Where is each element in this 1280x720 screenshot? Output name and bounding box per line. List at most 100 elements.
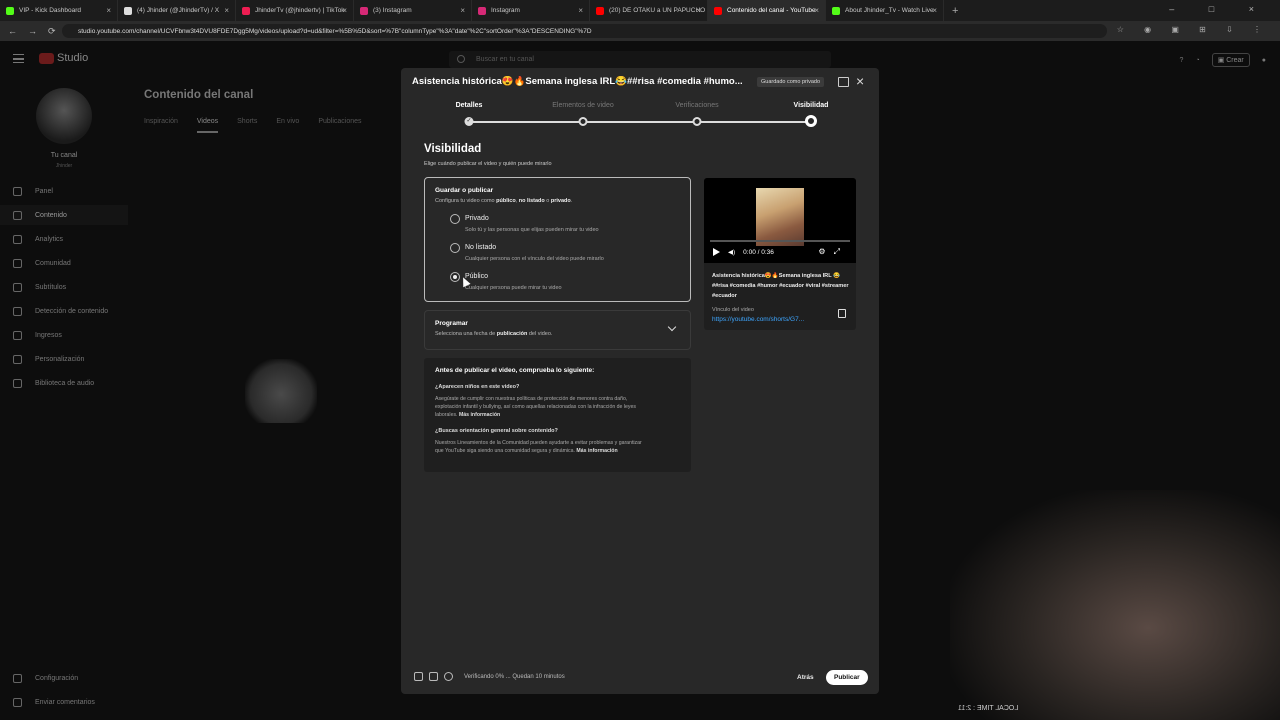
video-progress-bar[interactable] bbox=[710, 240, 850, 242]
step-visibilidad[interactable]: Visibilidad bbox=[794, 102, 829, 109]
radio-publico[interactable] bbox=[450, 272, 460, 282]
upload-dialog: Asistencia histórica😍🔥Semana inglesa IRL… bbox=[401, 68, 879, 694]
sidebar-item-personalizacion[interactable]: Personalización bbox=[0, 349, 128, 369]
browser-tab[interactable]: VIP - Kick Dashboard × bbox=[0, 0, 118, 21]
channel-avatar[interactable] bbox=[36, 88, 92, 144]
pre-publish-checklist: Antes de publicar el video, comprueba lo… bbox=[424, 358, 691, 472]
visibility-subheading: Elige cuándo publicar el video y quién p… bbox=[424, 161, 552, 167]
sidebar-item-analytics[interactable]: Analytics bbox=[0, 229, 128, 249]
sidebar-item-subtitulos[interactable]: Subtítulos bbox=[0, 277, 128, 297]
new-tab-button[interactable]: + bbox=[952, 5, 958, 17]
option-label-privado[interactable]: Privado bbox=[465, 215, 489, 222]
browser-tab[interactable]: (20) DE OTAKU a UN PAPUCHO × bbox=[590, 0, 708, 21]
reload-icon[interactable]: ⟳ bbox=[48, 26, 60, 37]
sidebar-item-contenido[interactable]: Contenido bbox=[0, 205, 128, 225]
copy-icon[interactable] bbox=[838, 309, 846, 318]
extension-icons[interactable]: ☆ ◉ ▣ ⊞ ⇩ ⋮ bbox=[1117, 25, 1270, 34]
instagram-icon bbox=[360, 6, 368, 15]
option-label-no-listado[interactable]: No listado bbox=[465, 244, 496, 251]
step-dot-current bbox=[805, 115, 817, 127]
url-field[interactable]: studio.youtube.com/channel/UCVFbnw3t4DVU… bbox=[62, 24, 1107, 38]
content-tabs: Inspiración Videos Shorts En vivo Public… bbox=[144, 118, 362, 133]
cat-overlay-image bbox=[245, 359, 317, 423]
checklist-question-guidance: ¿Buscas orientación general sobre conten… bbox=[435, 428, 558, 434]
play-icon[interactable] bbox=[713, 248, 720, 256]
analytics-icon bbox=[13, 234, 22, 244]
tab-publicaciones[interactable]: Publicaciones bbox=[318, 118, 361, 133]
notifications-icon[interactable]: ◔ bbox=[1195, 57, 1199, 64]
browser-tab-active[interactable]: Contenido del canal - YouTube × bbox=[708, 0, 826, 21]
sidebar-item-configuracion[interactable]: Configuración bbox=[0, 668, 128, 688]
search-icon bbox=[457, 55, 465, 63]
channel-label: Tu canal bbox=[50, 152, 78, 159]
verification-status: Verificando 0% ... Quedan 10 minutos bbox=[464, 674, 565, 680]
back-button[interactable]: Atrás bbox=[791, 671, 820, 684]
browser-tab[interactable]: (4) Jhinder (@JhinderTv) / X × bbox=[118, 0, 236, 21]
copyright-icon bbox=[13, 306, 22, 316]
kick-icon bbox=[832, 6, 840, 15]
checklist-paragraph-children: Asegúrate de cumplir con nuestras políti… bbox=[435, 396, 636, 418]
step-verificaciones[interactable]: Verificaciones bbox=[675, 102, 718, 109]
feedback-icon[interactable] bbox=[838, 77, 849, 87]
create-button[interactable]: ▣ Crear bbox=[1211, 53, 1250, 67]
close-icon[interactable]: × bbox=[856, 73, 864, 89]
dialog-footer: Verificando 0% ... Quedan 10 minutos Atr… bbox=[401, 664, 879, 694]
tab-shorts[interactable]: Shorts bbox=[237, 118, 257, 133]
close-tab-icon[interactable]: × bbox=[932, 6, 937, 15]
step-detalles[interactable]: Detalles bbox=[456, 102, 483, 109]
back-icon[interactable]: ← bbox=[8, 26, 20, 36]
close-tab-icon[interactable]: × bbox=[460, 6, 465, 15]
radio-no-listado[interactable] bbox=[450, 243, 460, 253]
more-info-link[interactable]: Más información bbox=[459, 412, 500, 418]
customization-icon bbox=[13, 354, 22, 364]
sidebar-item-feedback[interactable]: Enviar comentarios bbox=[0, 692, 128, 712]
sidebar-item-audio[interactable]: Biblioteca de audio bbox=[0, 373, 128, 393]
upload-icon[interactable] bbox=[414, 672, 423, 681]
dashboard-icon bbox=[13, 186, 22, 196]
sidebar-item-ingresos[interactable]: Ingresos bbox=[0, 325, 128, 345]
chevron-down-icon[interactable] bbox=[667, 322, 677, 332]
more-info-link[interactable]: Más información bbox=[576, 448, 617, 454]
browser-tab[interactable]: Instagram × bbox=[472, 0, 590, 21]
publish-button[interactable]: Publicar bbox=[826, 670, 868, 685]
close-tab-icon[interactable]: × bbox=[106, 6, 111, 15]
hd-icon[interactable] bbox=[429, 672, 438, 681]
video-time: 0:00 / 0:36 bbox=[743, 248, 774, 256]
video-link[interactable]: https://youtube.com/shorts/G7... bbox=[712, 316, 824, 323]
browser-tab[interactable]: About Jhinder_Tv - Watch Live × bbox=[826, 0, 944, 21]
sidebar-item-comunidad[interactable]: Comunidad bbox=[0, 253, 128, 273]
tab-en-vivo[interactable]: En vivo bbox=[276, 118, 299, 133]
help-icon[interactable]: ? bbox=[1180, 57, 1184, 64]
settings-fullscreen-icons[interactable]: ⚙⤢ bbox=[818, 247, 848, 257]
tab-videos[interactable]: Videos bbox=[196, 118, 219, 133]
saved-private-badge: Guardado como privado bbox=[757, 77, 825, 87]
studio-logo[interactable]: Studio bbox=[39, 52, 88, 64]
radio-privado[interactable] bbox=[450, 214, 460, 224]
close-tab-icon[interactable]: × bbox=[342, 6, 347, 15]
schedule-box[interactable]: Programar Selecciona una fecha de public… bbox=[424, 310, 691, 350]
volume-icon[interactable]: ◀) bbox=[728, 248, 735, 256]
step-dot bbox=[578, 117, 588, 126]
stepper-line bbox=[469, 121, 811, 123]
video-player[interactable]: ◀) 0:00 / 0:36 ⚙⤢ bbox=[704, 178, 856, 263]
tab-inspiracion[interactable]: Inspiración bbox=[144, 118, 178, 133]
close-tab-icon[interactable]: × bbox=[224, 6, 229, 15]
check-circle-icon[interactable] bbox=[444, 672, 453, 681]
forward-icon[interactable]: → bbox=[28, 26, 40, 36]
browser-tab[interactable]: JhinderTv (@jhindertv) | TikTok × bbox=[236, 0, 354, 21]
close-tab-icon[interactable]: × bbox=[578, 6, 583, 15]
sidebar-item-panel[interactable]: Panel bbox=[0, 181, 128, 201]
window-controls[interactable]: – □ × bbox=[1169, 4, 1270, 14]
menu-icon[interactable] bbox=[13, 54, 24, 63]
step-complete-check-icon: ✓ bbox=[464, 117, 474, 126]
stepper: Detalles Elementos de video Verificacion… bbox=[401, 102, 879, 132]
checklist-title: Antes de publicar el video, comprueba lo… bbox=[435, 367, 595, 374]
account-avatar[interactable]: ● bbox=[1262, 57, 1266, 64]
close-tab-icon[interactable]: × bbox=[814, 6, 819, 15]
sidebar-item-deteccion[interactable]: Detección de contenido bbox=[0, 301, 128, 321]
step-elementos[interactable]: Elementos de video bbox=[552, 102, 613, 109]
search-input[interactable]: Buscar en tu canal bbox=[449, 51, 831, 68]
browser-tab[interactable]: (3) Instagram × bbox=[354, 0, 472, 21]
close-tab-icon[interactable]: × bbox=[696, 6, 701, 15]
footer-status-icons bbox=[414, 672, 453, 681]
